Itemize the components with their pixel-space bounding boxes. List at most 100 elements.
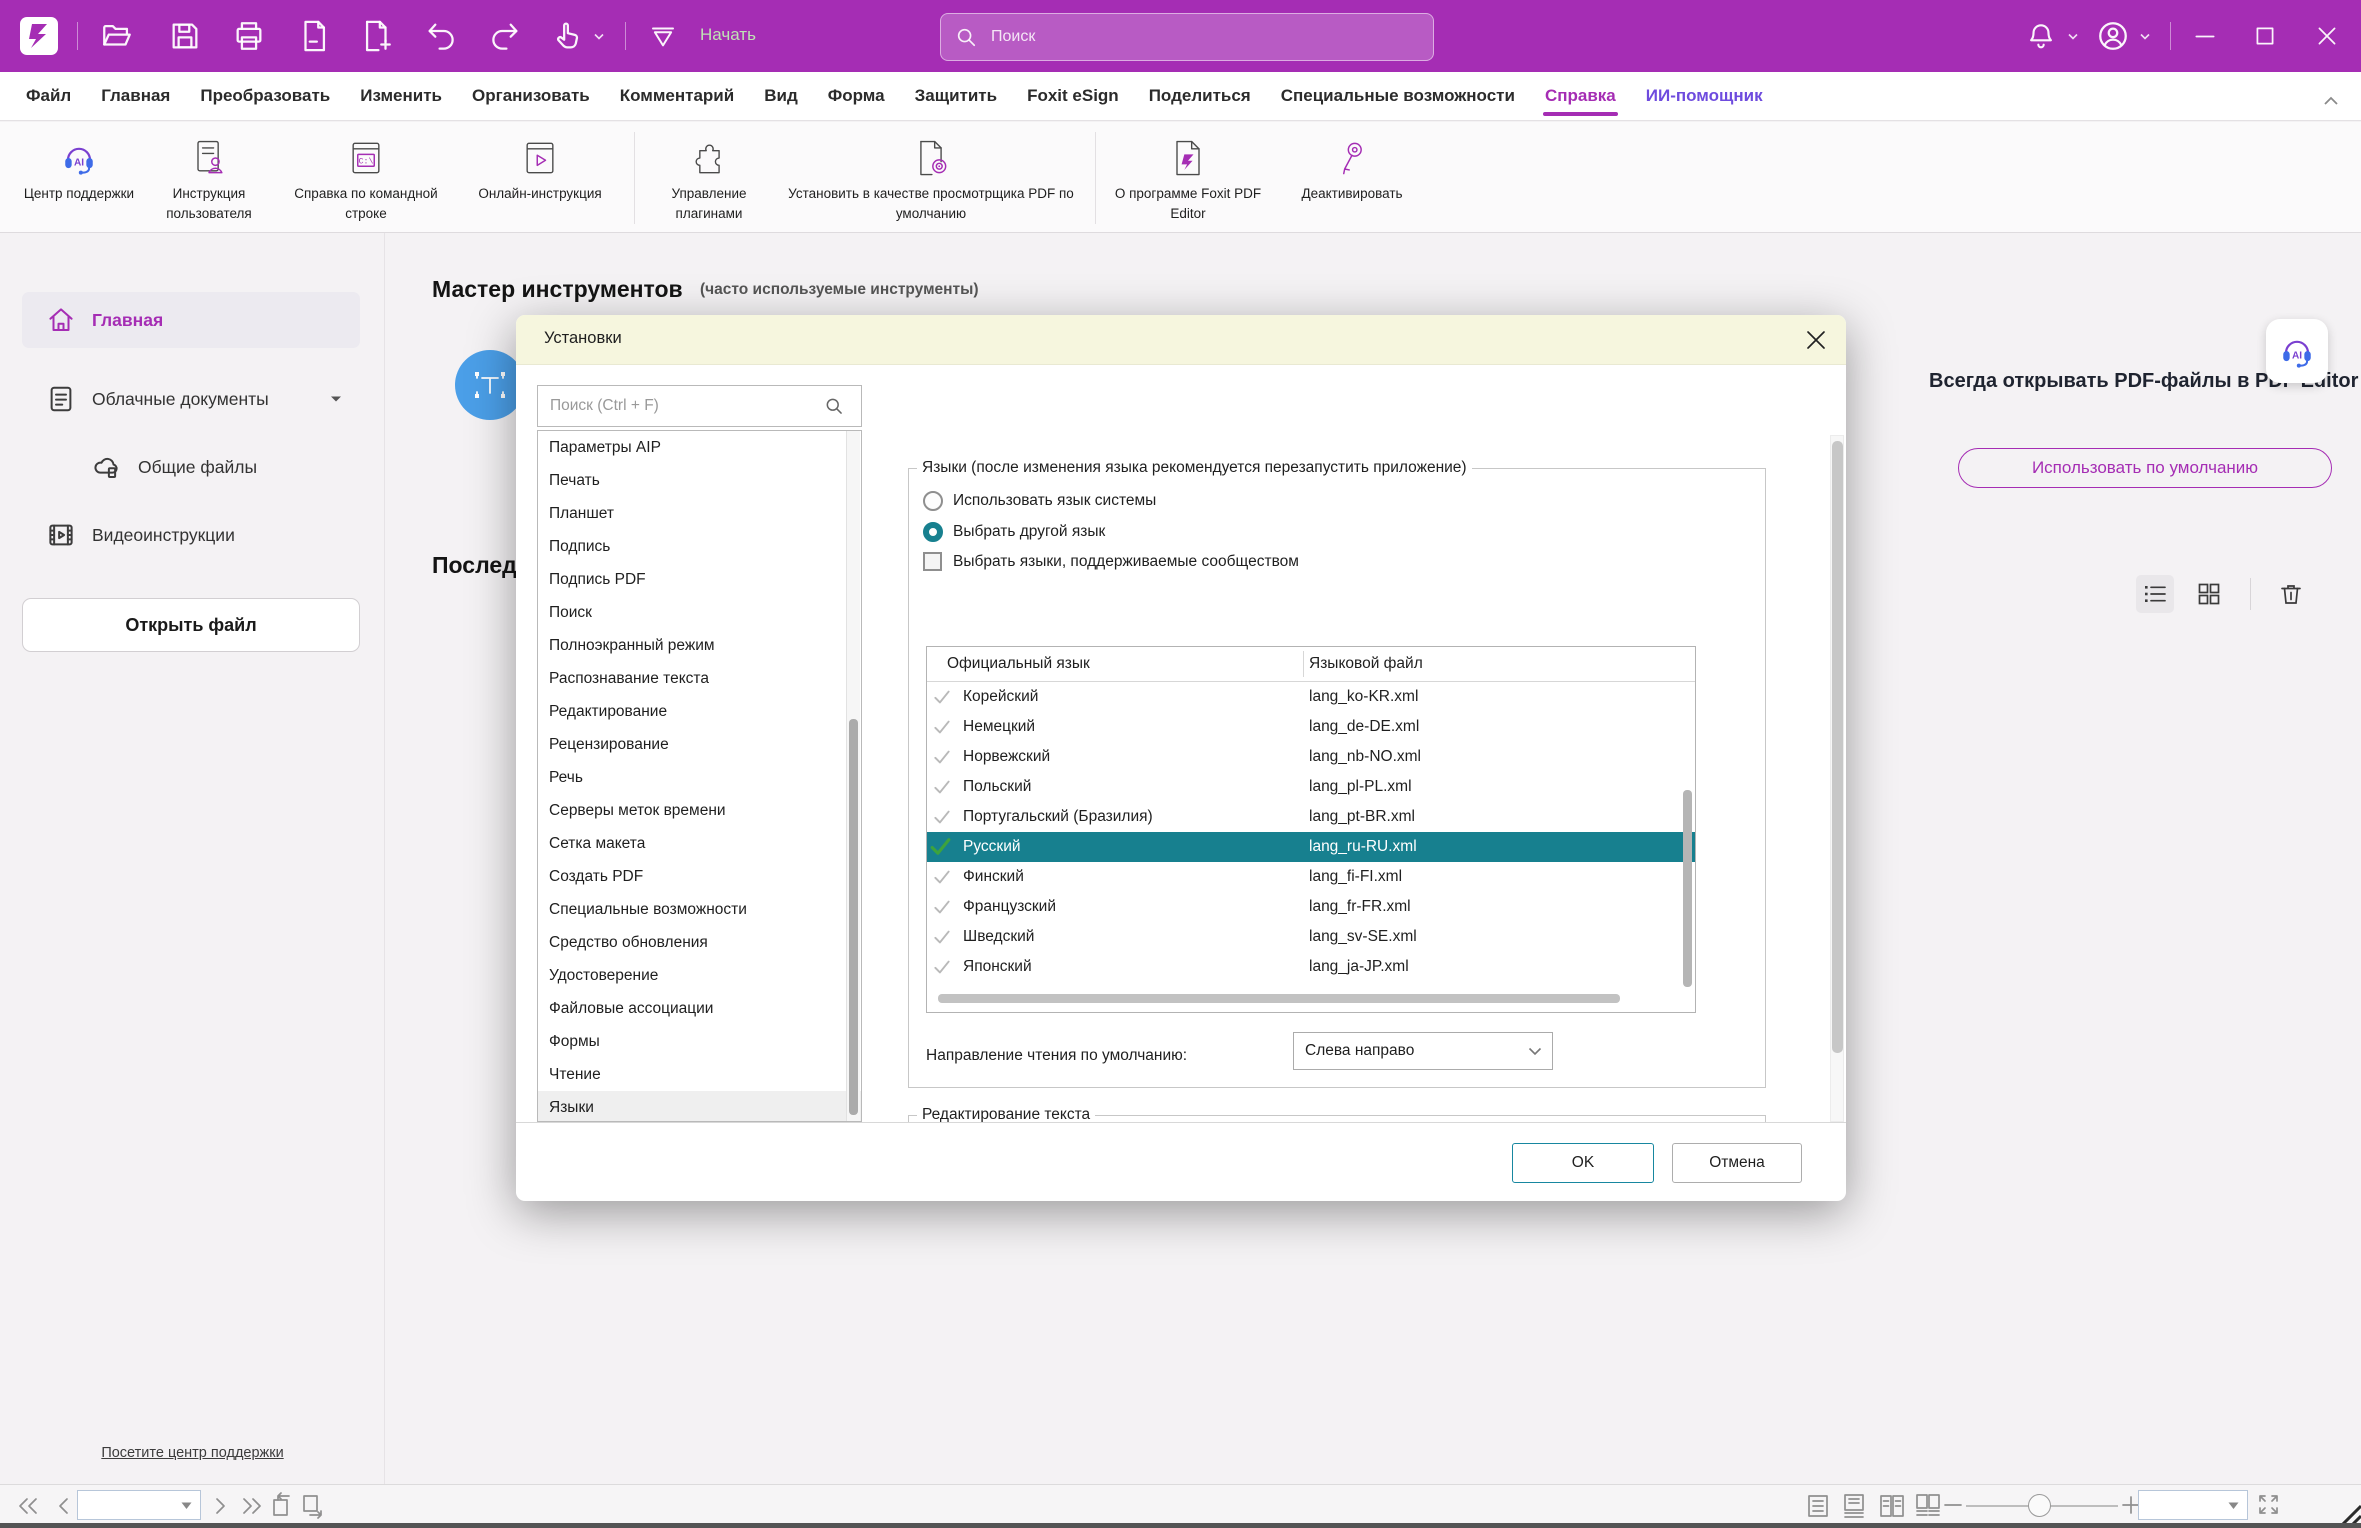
undo-icon[interactable] [424,19,458,53]
first-page-icon[interactable] [16,1494,40,1518]
settings-category-item[interactable]: Подпись [538,530,861,563]
open-file-icon[interactable] [100,19,134,53]
ribbon-support-center-button[interactable]: AI Центр поддержки [18,130,140,204]
settings-category-item[interactable]: Формы [538,1025,861,1058]
ribbon-collapse-icon[interactable] [2323,96,2339,106]
ribbon-user-manual-button[interactable]: Инструкция пользователя [140,130,278,225]
start-label[interactable]: Начать [700,25,756,45]
save-icon[interactable] [168,19,202,53]
close-button[interactable] [2314,23,2340,49]
foxit-logo-icon[interactable] [20,17,58,55]
dialog-search-input[interactable] [548,396,822,416]
redo-icon[interactable] [488,19,522,53]
support-center-link[interactable]: Посетите центр поддержки [0,1445,385,1461]
sidebar-item-shared-files[interactable]: Общие файлы [22,439,406,495]
settings-category-item[interactable]: Речь [538,761,861,794]
notifications-bell-icon[interactable] [2025,20,2057,52]
settings-category-item[interactable]: Сетка макета [538,827,861,860]
settings-category-item[interactable]: Файловые ассоциации [538,992,861,1025]
settings-category-item[interactable]: Печать [538,464,861,497]
menu-item[interactable]: Поделиться [1149,86,1251,106]
sidebar-item-cloud-documents[interactable]: Облачные документы [22,371,360,427]
language-row[interactable]: Финский lang_fi-FI.xml [927,862,1695,892]
scrollbar-thumb[interactable] [849,719,858,1115]
column-language-file[interactable]: Языковой файл [1309,655,1423,673]
account-avatar-icon[interactable] [2096,19,2130,53]
continuous-view-icon[interactable] [1840,1492,1868,1520]
table-horizontal-scrollbar-thumb[interactable] [938,994,1620,1003]
search-input[interactable] [989,27,1393,47]
menu-item[interactable]: Форма [828,86,885,106]
reading-direction-dropdown[interactable]: Слева направо [1293,1032,1553,1070]
convert-document-icon[interactable] [297,19,331,53]
scrollbar-thumb[interactable] [1832,441,1843,1053]
settings-category-item[interactable]: Планшет [538,497,861,530]
sidebar-item-video-tutorials[interactable]: Видеоинструкции [22,507,360,563]
start-funnel-icon[interactable] [648,21,678,51]
checkbox-community-languages[interactable] [923,552,942,571]
dialog-search[interactable] [537,385,862,427]
settings-category-item[interactable]: Создать PDF [538,860,861,893]
next-page-icon[interactable] [208,1494,232,1518]
menu-item[interactable]: ИИ-помощник [1646,86,1763,106]
single-page-view-icon[interactable] [1804,1492,1832,1520]
facing-continuous-view-icon[interactable] [1914,1492,1942,1520]
hand-tool-icon[interactable] [550,19,584,53]
zoom-level-combobox[interactable] [2138,1490,2248,1520]
fullscreen-icon[interactable] [2256,1492,2281,1517]
open-file-button[interactable]: Открыть файл [22,598,360,652]
language-row[interactable]: Португальский (Бразилия) lang_pt-BR.xml [927,802,1695,832]
page-number-combobox[interactable] [77,1490,201,1520]
radio-system-language[interactable] [923,491,943,511]
zoom-out-icon[interactable] [1942,1494,1964,1516]
settings-category-item[interactable]: Полноэкранный режим [538,629,861,662]
notifications-dropdown-icon[interactable] [2068,33,2078,40]
language-row[interactable]: Немецкий lang_de-DE.xml [927,712,1695,742]
language-row[interactable]: Русский lang_ru-RU.xml [927,832,1695,862]
ribbon-online-tutorial-button[interactable]: Онлайн-инструкция [454,130,626,204]
zoom-slider-handle[interactable] [2028,1494,2051,1517]
edit-text-tool-icon[interactable] [455,350,525,420]
global-search[interactable] [940,13,1434,61]
sidebar-item-home[interactable]: Главная [22,292,360,348]
settings-category-item[interactable]: Распознавание текста [538,662,861,695]
menu-item[interactable]: Изменить [360,86,442,106]
settings-category-item[interactable]: Редактирование [538,695,861,728]
ribbon-deactivate-button[interactable]: Деактивировать [1272,130,1432,204]
trash-icon[interactable] [2272,575,2310,613]
ribbon-cmdline-help-button[interactable]: C:\ Справка по командной строке [278,130,454,225]
radio-choose-language[interactable] [923,522,943,542]
ok-button[interactable]: OK [1512,1143,1654,1183]
settings-category-item[interactable]: Серверы меток времени [538,794,861,827]
dialog-close-icon[interactable] [1804,328,1828,352]
language-row[interactable]: Японский lang_ja-JP.xml [927,952,1695,982]
hand-tool-dropdown-icon[interactable] [594,33,604,40]
new-document-icon[interactable] [360,19,394,53]
account-dropdown-icon[interactable] [2140,33,2150,40]
menu-item[interactable]: Главная [101,86,170,106]
language-row[interactable]: Шведский lang_sv-SE.xml [927,922,1695,952]
ai-assistant-button[interactable]: AI [2266,319,2328,383]
cancel-button[interactable]: Отмена [1672,1143,1802,1183]
settings-category-item[interactable]: Параметры AIP [538,431,861,464]
set-default-button[interactable]: Использовать по умолчанию [1958,448,2332,488]
language-row[interactable]: Корейский lang_ko-KR.xml [927,682,1695,712]
menu-item[interactable]: Вид [764,86,798,106]
language-row[interactable]: Польский lang_pl-PL.xml [927,772,1695,802]
menu-item[interactable]: Организовать [472,86,590,106]
settings-category-item[interactable]: Чтение [538,1058,861,1091]
menu-item[interactable]: Комментарий [620,86,734,106]
menu-item[interactable]: Защитить [915,86,997,106]
column-official-language[interactable]: Официальный язык [947,655,1309,673]
previous-view-icon[interactable] [266,1492,293,1519]
settings-category-item[interactable]: Рецензирование [538,728,861,761]
menu-item[interactable]: Файл [26,86,71,106]
settings-category-item[interactable]: Специальные возможности [538,893,861,926]
menu-item[interactable]: Преобразовать [200,86,330,106]
menu-item[interactable]: Foxit eSign [1027,86,1119,106]
ribbon-set-default-viewer-button[interactable]: Установить в качестве просмотрщика PDF п… [775,130,1087,225]
settings-category-item[interactable]: Поиск [538,596,861,629]
last-page-icon[interactable] [240,1494,264,1518]
language-row[interactable]: Норвежский lang_nb-NO.xml [927,742,1695,772]
settings-category-item[interactable]: Подпись PDF [538,563,861,596]
